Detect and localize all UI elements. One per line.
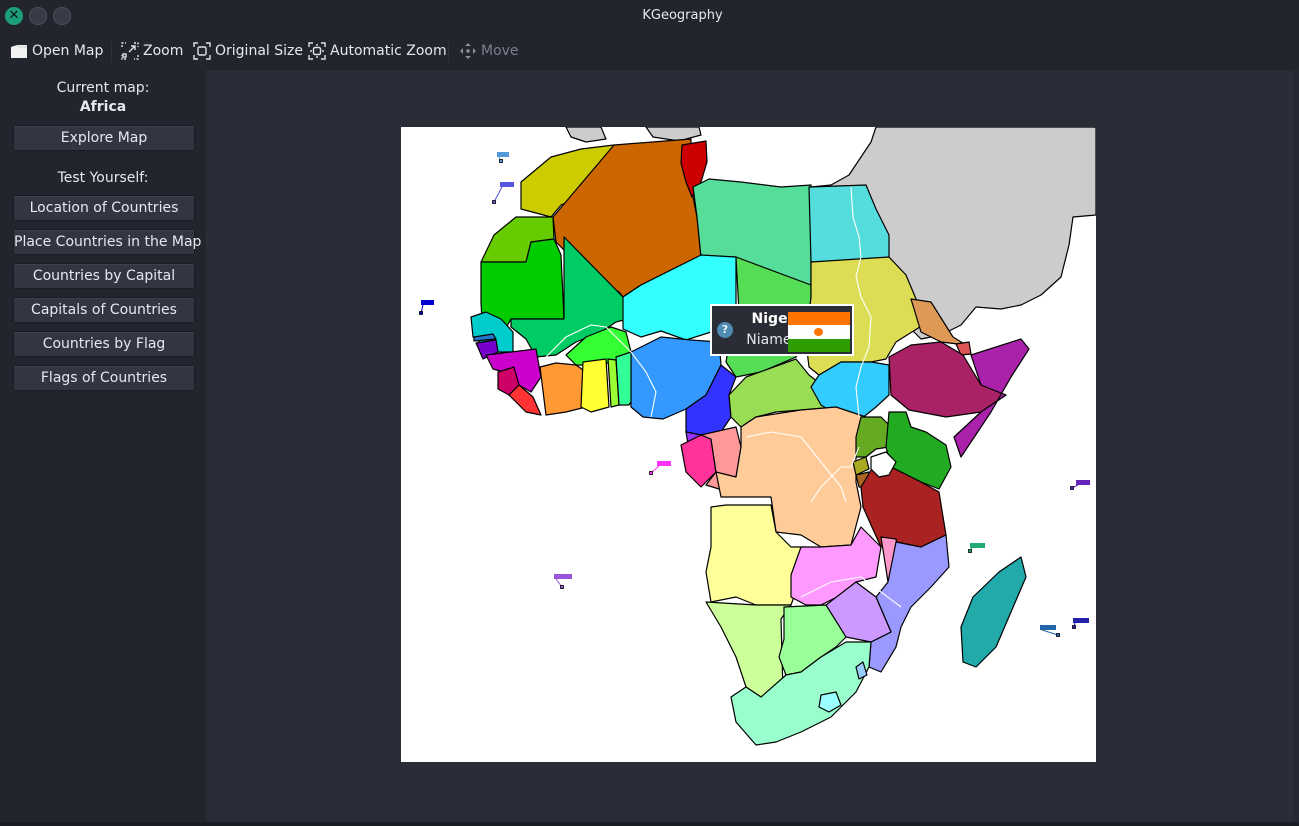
- toolbar-separator: [111, 42, 112, 62]
- view-edge: [1293, 70, 1299, 822]
- flag-emblem: [814, 328, 823, 337]
- flag-stripe-bottom: [788, 338, 850, 352]
- window-title: KGeography: [642, 8, 723, 23]
- title-bar: ✕ KGeography: [0, 0, 1299, 32]
- open-map-icon: [9, 41, 29, 61]
- country-mozambique[interactable]: [868, 534, 950, 673]
- place-countries-button[interactable]: Place Countries in the Map: [13, 229, 201, 255]
- zoom-label: Zoom: [143, 43, 184, 59]
- flags-of-countries-button[interactable]: Flags of Countries: [13, 365, 195, 391]
- sidebar: Current map: Africa Explore Map Test You…: [0, 70, 206, 822]
- non-africa-region: [565, 127, 607, 143]
- automatic-zoom-label: Automatic Zoom: [330, 43, 447, 59]
- test-yourself-label: Test Yourself:: [57, 170, 149, 186]
- island-dot[interactable]: [1072, 625, 1076, 629]
- automatic-zoom-button[interactable]: Automatic Zoom: [307, 40, 447, 62]
- flag-stripe-middle: [788, 325, 850, 339]
- explore-map-button[interactable]: Explore Map: [13, 125, 195, 151]
- countries-by-capital-button[interactable]: Countries by Capital: [13, 263, 195, 289]
- current-map-name: Africa: [79, 99, 127, 115]
- island-dot[interactable]: [419, 311, 423, 315]
- toolbar-separator: [448, 42, 449, 62]
- country-madagascar[interactable]: [960, 556, 1027, 668]
- main-toolbar: Open Map Zoom Original Size Automatic Zo…: [0, 32, 1299, 70]
- current-map-label: Current map:: [56, 80, 150, 96]
- island-marker-line: [1041, 629, 1059, 636]
- niger-flag: [788, 312, 850, 352]
- island-dot[interactable]: [492, 200, 496, 204]
- country-cote-d-ivoire[interactable]: [539, 362, 587, 416]
- automatic-zoom-icon: [307, 41, 327, 61]
- island-dot[interactable]: [560, 585, 564, 589]
- island-dot[interactable]: [1070, 486, 1074, 490]
- island-dot[interactable]: [499, 159, 503, 163]
- country-uganda[interactable]: [855, 416, 890, 458]
- zoom-button[interactable]: Zoom: [120, 40, 183, 62]
- country-liberia[interactable]: [508, 384, 542, 416]
- question-icon: ?: [717, 322, 733, 338]
- island-marker-line: [493, 186, 503, 203]
- island-dot[interactable]: [1056, 633, 1060, 637]
- island-marker-madeira[interactable]: [497, 152, 509, 157]
- window-bottom-edge: [0, 822, 1299, 826]
- island-marker-mauritius[interactable]: [1073, 618, 1089, 623]
- move-label: Move: [481, 43, 519, 59]
- island-dot[interactable]: [649, 471, 653, 475]
- island-marker-reunion[interactable]: [1040, 625, 1056, 630]
- map-canvas[interactable]: [401, 127, 1096, 762]
- location-of-countries-button[interactable]: Location of Countries: [13, 195, 195, 221]
- island-marker-comoros[interactable]: [970, 543, 985, 548]
- country-ghana[interactable]: [580, 358, 610, 413]
- countries-by-flag-button[interactable]: Countries by Flag: [13, 331, 195, 357]
- island-marker-saint-helena[interactable]: [554, 574, 572, 579]
- island-marker-sao-tome-and-principe[interactable]: [657, 461, 671, 466]
- country-tooltip: ? Niger Niamey: [710, 304, 854, 356]
- original-size-label: Original Size: [215, 43, 303, 59]
- africa-map[interactable]: [401, 127, 1096, 762]
- island-marker-seychelles[interactable]: [1076, 480, 1090, 485]
- move-button[interactable]: Move: [458, 40, 519, 62]
- island-marker-canary-islands[interactable]: [500, 182, 514, 187]
- non-africa-region: [645, 127, 702, 142]
- open-map-button[interactable]: Open Map: [9, 40, 103, 62]
- move-icon: [458, 41, 478, 61]
- zoom-icon: [120, 41, 140, 61]
- island-marker-cape-verde[interactable]: [421, 300, 434, 305]
- island-dot[interactable]: [968, 549, 972, 553]
- open-map-label: Open Map: [32, 43, 104, 59]
- original-size-icon: [192, 41, 212, 61]
- capitals-of-countries-button[interactable]: Capitals of Countries: [13, 297, 195, 323]
- flag-stripe-top: [788, 312, 850, 326]
- original-size-button[interactable]: Original Size: [192, 40, 303, 62]
